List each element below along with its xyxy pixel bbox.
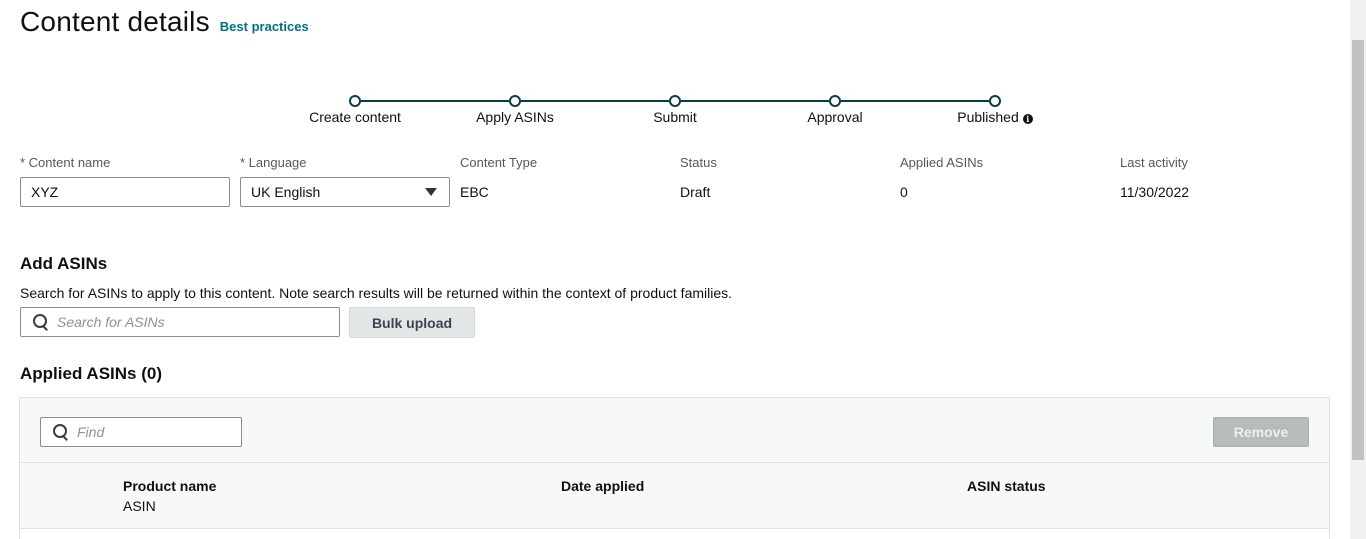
page-header: Content details Best practices xyxy=(20,6,309,38)
find-input[interactable] xyxy=(77,424,241,440)
table-body xyxy=(20,529,1329,539)
step-submit: Submit xyxy=(595,95,755,127)
applied-asins-field: Applied ASINs 0 xyxy=(900,155,983,200)
step-create-content: Create content xyxy=(275,95,435,127)
add-asins-title: Add ASINs xyxy=(20,254,108,273)
content-type-label: Content Type xyxy=(460,155,538,170)
step-approval: Approval xyxy=(755,95,915,127)
applied-asins-table: Remove Product name ASIN Date applied AS… xyxy=(19,397,1330,539)
asin-search-input[interactable] xyxy=(57,314,339,330)
step-apply-asins: Apply ASINs xyxy=(435,95,595,127)
step-label-text: Published xyxy=(957,109,1019,125)
content-type-value: EBC xyxy=(460,184,489,200)
content-name-input[interactable] xyxy=(20,177,230,207)
search-icon xyxy=(33,314,49,330)
table-toolbar: Remove xyxy=(20,398,1329,463)
table-header: Product name ASIN Date applied ASIN stat… xyxy=(20,463,1329,529)
column-product-name[interactable]: Product name xyxy=(123,478,216,494)
status-value: Draft xyxy=(680,184,711,200)
column-date-applied[interactable]: Date applied xyxy=(561,478,644,494)
status-label: Status xyxy=(680,155,717,170)
column-product-sub-asin: ASIN xyxy=(123,498,156,514)
page-title: Content details xyxy=(20,6,210,37)
add-asins-description: Search for ASINs to apply to this conten… xyxy=(20,285,733,301)
info-icon[interactable]: i xyxy=(1022,114,1033,124)
scrollbar-thumb[interactable] xyxy=(1352,40,1364,460)
step-published: Published i xyxy=(915,95,1075,127)
applied-asins-title: Applied ASINs (0) xyxy=(20,364,162,383)
content-name-field: * Content name xyxy=(20,155,230,207)
language-field: * Language UK English xyxy=(240,155,450,207)
language-selected-value: UK English xyxy=(251,184,321,200)
step-label: Submit xyxy=(653,109,697,125)
step-label: Published i xyxy=(957,109,1033,125)
find-search-box[interactable] xyxy=(40,417,242,447)
last-activity-label: Last activity xyxy=(1120,155,1188,170)
step-dot xyxy=(509,95,521,107)
step-dot xyxy=(989,95,1001,107)
last-activity-value: 11/30/2022 xyxy=(1120,184,1190,200)
step-label: Approval xyxy=(807,109,863,125)
asin-search-box[interactable] xyxy=(20,307,340,337)
status-field: Status Draft xyxy=(680,155,717,200)
search-icon xyxy=(53,424,69,440)
bulk-upload-button[interactable]: Bulk upload xyxy=(349,307,475,338)
column-asin-status[interactable]: ASIN status xyxy=(967,478,1046,494)
applied-asins-label: Applied ASINs xyxy=(900,155,984,170)
best-practices-link[interactable]: Best practices xyxy=(220,19,309,34)
applied-asins-value: 0 xyxy=(900,184,908,200)
language-select[interactable]: UK English xyxy=(240,177,450,207)
last-activity-field: Last activity 11/30/2022 xyxy=(1120,155,1189,200)
page-scrollbar[interactable] xyxy=(1350,0,1366,539)
step-dot xyxy=(349,95,361,107)
remove-button[interactable]: Remove xyxy=(1213,417,1309,447)
caret-down-icon xyxy=(425,188,437,196)
content-name-label: * Content name xyxy=(20,155,111,170)
progress-stepper: Create content Apply ASINs Submit Approv… xyxy=(300,92,1060,132)
step-label: Create content xyxy=(309,109,401,125)
content-type-field: Content Type EBC xyxy=(460,155,537,200)
step-dot xyxy=(829,95,841,107)
content-fields: * Content name * Language UK English Con… xyxy=(20,155,1340,215)
language-label: * Language xyxy=(240,155,307,170)
step-label: Apply ASINs xyxy=(476,109,554,125)
step-dot xyxy=(669,95,681,107)
